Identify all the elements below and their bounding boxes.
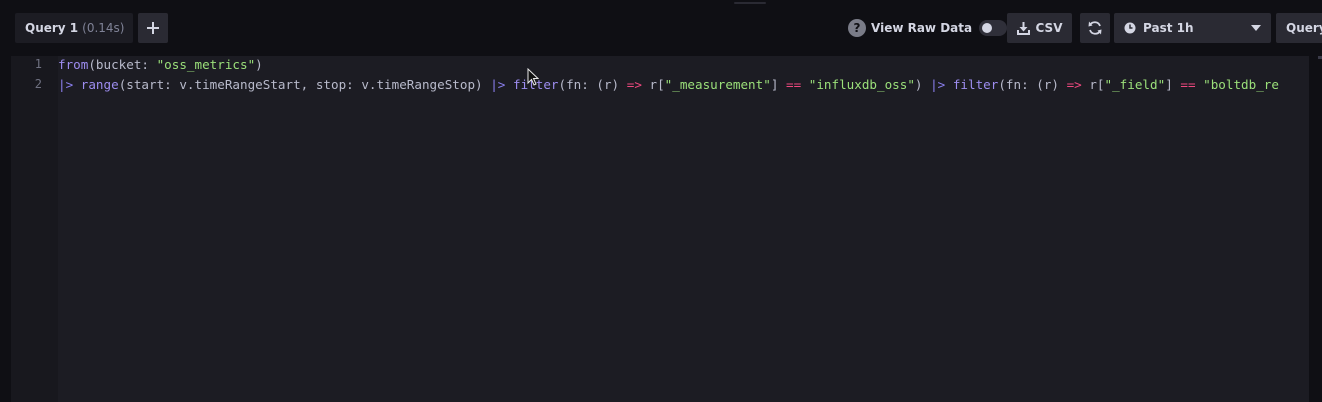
code-pipe-operator: |> — [490, 77, 506, 92]
download-icon — [1016, 21, 1030, 35]
caret-down-icon — [1251, 25, 1261, 31]
code-string: "_measurement" — [664, 77, 771, 92]
code-text: r[ — [641, 77, 665, 92]
code-text: r[ — [1081, 77, 1105, 92]
code-pipe-operator: |> — [58, 77, 74, 92]
csv-download-button[interactable]: CSV — [1007, 13, 1072, 43]
code-text: (fn: (r) — [998, 77, 1067, 92]
line-number-gutter: 1 2 — [11, 56, 58, 402]
code-text: ) — [255, 57, 263, 72]
code-text: (start: v.timeRangeStart, stop: v.timeRa… — [118, 77, 491, 92]
time-range-label: Past 1h — [1143, 21, 1194, 35]
right-panel-edge — [1309, 46, 1322, 402]
query-tab-name: Query 1 — [25, 21, 79, 35]
code-pipe-operator: |> — [930, 77, 946, 92]
code-text: ) — [914, 77, 931, 92]
clock-icon — [1124, 22, 1136, 34]
code-line[interactable]: from(bucket: "oss_metrics") — [58, 57, 263, 73]
time-range-dropdown[interactable]: Past 1h — [1114, 13, 1271, 43]
scroll-marker — [1318, 56, 1322, 59]
resize-handle[interactable] — [734, 2, 766, 4]
query-tab[interactable]: Query 1 (0.14s) — [15, 13, 133, 43]
query-tab-timing: (0.14s) — [82, 21, 125, 35]
view-raw-data-label: View Raw Data — [871, 21, 973, 35]
code-string: "oss_metrics" — [156, 57, 256, 72]
add-query-button[interactable] — [138, 13, 168, 43]
code-text: (fn: (r) — [558, 77, 627, 92]
code-operator: == — [1180, 77, 1196, 92]
query-toolbar: Query 1 (0.14s) ? View Raw Data CSV Past… — [0, 0, 1322, 56]
line-number: 1 — [34, 57, 42, 71]
query-builder-button[interactable]: Query — [1276, 13, 1322, 43]
csv-label: CSV — [1035, 21, 1063, 35]
line-number: 2 — [34, 77, 42, 91]
view-raw-data-control: ? View Raw Data — [848, 18, 1008, 38]
code-function: from — [58, 57, 89, 72]
help-icon[interactable]: ? — [848, 19, 866, 37]
refresh-icon — [1088, 21, 1102, 35]
flux-code-editor[interactable]: 1 2 from(bucket: "oss_metrics") |> range… — [11, 56, 1309, 402]
code-line[interactable]: |> range(start: v.timeRangeStart, stop: … — [58, 77, 1279, 93]
plus-icon — [147, 22, 159, 34]
code-text: ] — [1165, 77, 1181, 92]
code-operator: => — [626, 77, 642, 92]
code-string: "influxdb_oss" — [808, 77, 915, 92]
query-builder-label: Query — [1286, 21, 1322, 35]
refresh-button[interactable] — [1080, 13, 1110, 43]
code-text: (bucket: — [88, 57, 157, 72]
view-raw-data-toggle[interactable] — [979, 20, 1008, 36]
code-function: filter — [952, 77, 999, 92]
code-operator: == — [785, 77, 802, 92]
code-operator: => — [1066, 77, 1082, 92]
code-string: "boltdb_re — [1203, 77, 1279, 92]
mouse-cursor-icon — [527, 67, 540, 90]
code-text: ] — [770, 77, 786, 92]
code-string: "_field" — [1104, 77, 1166, 92]
code-function: range — [80, 77, 119, 92]
toggle-knob — [982, 23, 993, 33]
